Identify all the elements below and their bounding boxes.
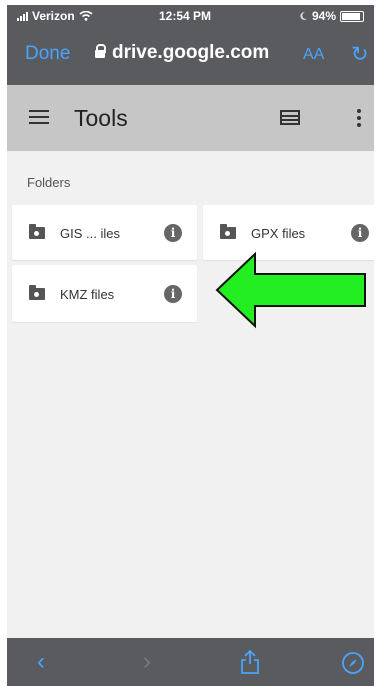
signal-icon [17, 11, 28, 21]
share-icon[interactable] [240, 650, 260, 674]
url-text: drive.google.com [112, 42, 270, 63]
folder-card[interactable]: GIS ... iles i [12, 205, 197, 260]
safari-bottom-toolbar: ‹ › [7, 638, 374, 686]
more-options-icon[interactable] [357, 109, 361, 130]
lock-icon [95, 43, 106, 61]
wifi-icon [79, 11, 93, 21]
list-view-icon[interactable] [280, 110, 300, 125]
shared-folder-icon [29, 285, 45, 300]
folder-name: GIS ... iles [60, 226, 120, 241]
menu-icon[interactable] [29, 110, 49, 124]
folders-section-label: Folders [27, 175, 71, 190]
back-icon[interactable]: ‹ [37, 648, 45, 676]
browser-bar: Done drive.google.com AA ↻ [7, 33, 374, 73]
carrier-label: Verizon [32, 9, 75, 23]
phone-screen: Verizon 12:54 PM 94% Done drive.google.c… [7, 5, 374, 686]
address-bar[interactable]: drive.google.com [95, 42, 269, 64]
battery-percent: 94% [311, 9, 336, 23]
page-title: Tools [74, 105, 128, 131]
reload-icon[interactable]: ↻ [351, 42, 369, 67]
drive-toolbar: Tools [7, 85, 374, 151]
folder-name: KMZ files [60, 287, 115, 302]
shared-folder-icon [220, 224, 236, 239]
info-icon[interactable]: i [164, 224, 182, 242]
clock: 12:54 PM [159, 9, 212, 23]
forward-icon[interactable]: › [143, 648, 151, 676]
green-arrow-annotation [215, 251, 366, 329]
info-icon[interactable]: i [164, 285, 182, 303]
status-right: 94% [299, 9, 364, 23]
compass-icon[interactable] [341, 651, 365, 675]
done-button[interactable]: Done [25, 43, 70, 65]
text-size-button[interactable]: AA [303, 46, 324, 64]
status-bar: Verizon 12:54 PM 94% [7, 5, 374, 27]
browser-chrome: Verizon 12:54 PM 94% Done drive.google.c… [7, 5, 374, 85]
battery-icon [340, 10, 364, 22]
info-icon[interactable]: i [351, 224, 369, 242]
shared-folder-icon [29, 224, 45, 239]
folder-card[interactable]: KMZ files i [12, 265, 197, 322]
folder-name: GPX files [251, 226, 306, 241]
status-left: Verizon [17, 9, 93, 23]
moon-icon [300, 11, 307, 20]
